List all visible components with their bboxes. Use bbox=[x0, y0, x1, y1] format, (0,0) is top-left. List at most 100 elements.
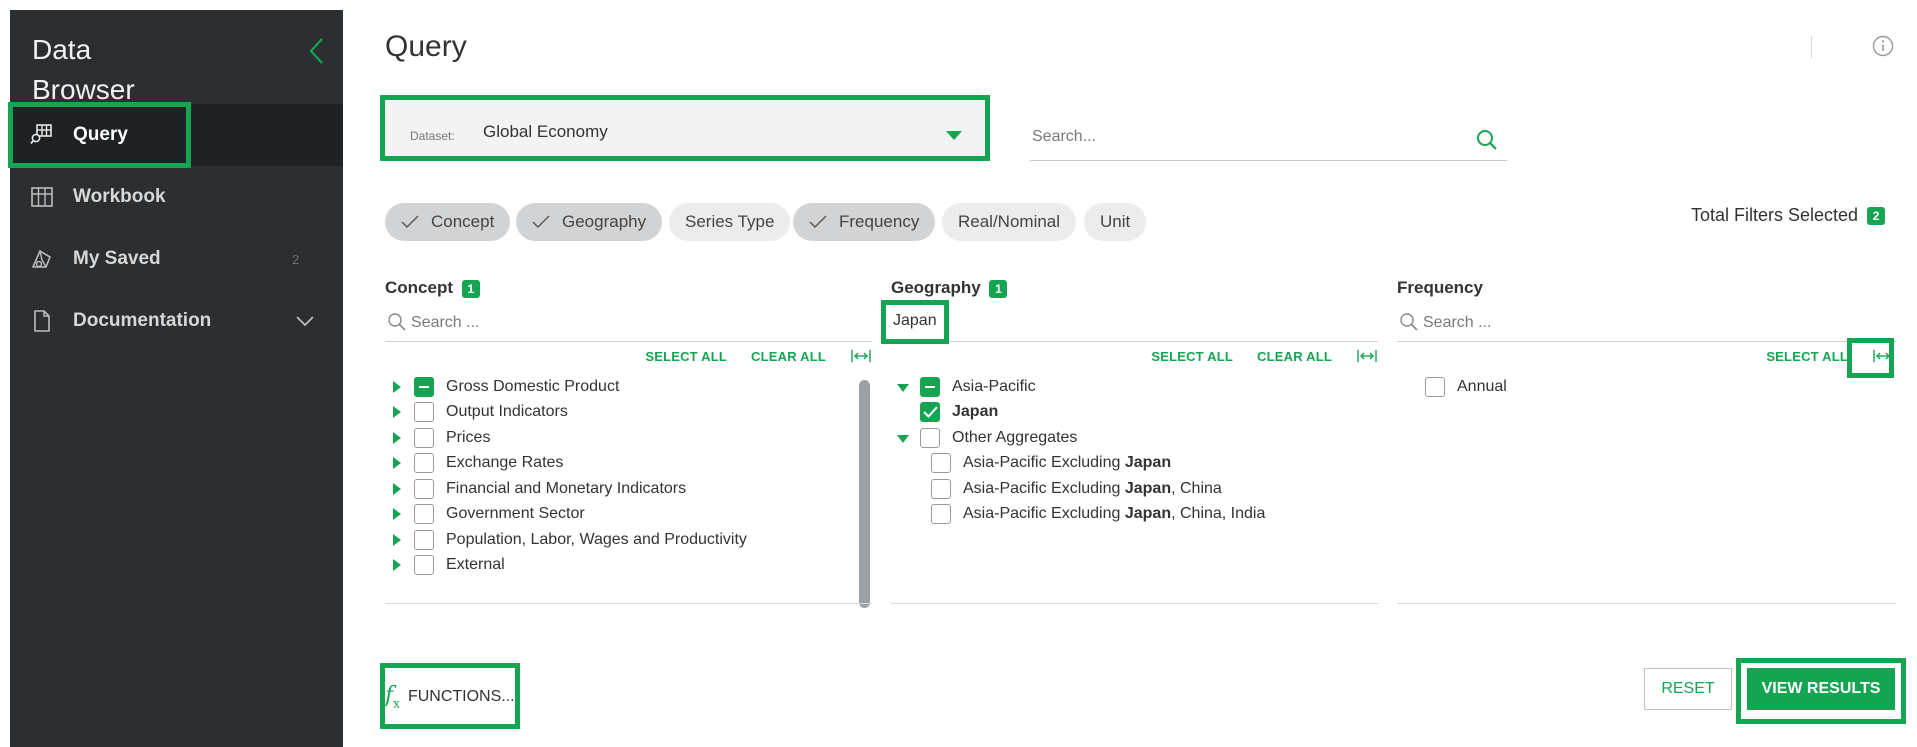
tree-row[interactable]: Financial and Monetary Indicators bbox=[385, 476, 872, 502]
tree-label: Asia-Pacific Excluding Japan, China, Ind… bbox=[963, 505, 1265, 523]
tree-row[interactable]: External bbox=[385, 553, 872, 579]
highlight-dataset bbox=[380, 95, 990, 161]
label-suffix: , China bbox=[1171, 479, 1222, 497]
checkbox[interactable] bbox=[414, 427, 434, 448]
tree-row[interactable]: Population, Labor, Wages and Productivit… bbox=[385, 527, 872, 553]
chevron-left-icon[interactable] bbox=[306, 36, 328, 66]
expand-width-icon[interactable] bbox=[1356, 348, 1378, 364]
tree-row[interactable]: Exchange Rates bbox=[385, 451, 872, 477]
chip-label: Unit bbox=[1100, 212, 1131, 231]
tree-label: Other Aggregates bbox=[952, 428, 1078, 446]
checkbox[interactable] bbox=[920, 376, 940, 397]
checkbox[interactable] bbox=[1425, 376, 1445, 397]
tree-row[interactable]: Output Indicators bbox=[385, 400, 872, 426]
tree-row[interactable]: Prices bbox=[385, 425, 872, 451]
tree-row[interactable]: Gross Domestic Product bbox=[385, 374, 872, 400]
chip-label: Frequency bbox=[839, 212, 920, 231]
concept-badge: 1 bbox=[461, 279, 480, 298]
checkbox[interactable] bbox=[414, 453, 434, 474]
total-filters: Total Filters Selected 2 bbox=[1691, 205, 1886, 226]
chip-real-nominal[interactable]: Real/Nominal bbox=[942, 203, 1077, 241]
tree-row[interactable]: Asia-Pacific Excluding Japan, China, Ind… bbox=[891, 502, 1378, 528]
chip-geography[interactable]: Geography bbox=[516, 203, 663, 241]
caret-right-icon[interactable] bbox=[391, 380, 403, 393]
geography-badge: 1 bbox=[989, 279, 1008, 298]
caret-right-icon[interactable] bbox=[391, 406, 403, 419]
chip-concept[interactable]: Concept bbox=[385, 203, 511, 241]
concept-search-input[interactable] bbox=[411, 309, 851, 337]
frequency-search-input[interactable] bbox=[1423, 309, 1863, 337]
chip-frequency[interactable]: Frequency bbox=[793, 203, 936, 241]
page-title: Query bbox=[385, 30, 467, 63]
chip-label: Concept bbox=[431, 212, 495, 231]
saved-count: 2 bbox=[292, 251, 300, 267]
select-all-button[interactable]: SELECT ALL bbox=[1766, 349, 1848, 364]
caret-right-icon[interactable] bbox=[391, 431, 403, 444]
highlight-functions bbox=[380, 663, 520, 729]
checkbox[interactable] bbox=[414, 478, 434, 499]
panel-title-label: Geography bbox=[891, 278, 981, 297]
info-icon[interactable] bbox=[1871, 34, 1895, 58]
tree-row[interactable]: Asia-Pacific bbox=[891, 374, 1378, 400]
sidebar-item-label: My Saved bbox=[73, 248, 161, 269]
caret-right-icon[interactable] bbox=[391, 508, 403, 521]
tree-label: Government Sector bbox=[446, 505, 585, 523]
highlight-expand bbox=[1847, 338, 1894, 378]
label-suffix: , China, India bbox=[1171, 505, 1266, 523]
highlight-query bbox=[8, 102, 191, 168]
checkbox[interactable] bbox=[414, 402, 434, 423]
caret-down-icon[interactable] bbox=[897, 432, 909, 444]
checkbox[interactable] bbox=[414, 376, 434, 397]
chip-unit[interactable]: Unit bbox=[1084, 203, 1147, 241]
caret-right-icon[interactable] bbox=[391, 482, 403, 495]
expand-width-icon[interactable] bbox=[850, 348, 872, 364]
caret-down-icon[interactable] bbox=[897, 381, 909, 393]
panel-divider bbox=[891, 603, 1378, 604]
tree-label: Exchange Rates bbox=[446, 454, 564, 472]
chip-label: Real/Nominal bbox=[958, 212, 1061, 231]
clear-all-button[interactable]: CLEAR ALL bbox=[751, 349, 826, 364]
checkbox[interactable] bbox=[931, 504, 951, 525]
tree-row[interactable]: Japan bbox=[891, 400, 1378, 426]
select-all-button[interactable]: SELECT ALL bbox=[1151, 349, 1233, 364]
search-icon bbox=[388, 313, 406, 331]
total-filters-badge: 2 bbox=[1867, 207, 1886, 226]
frequency-title: Frequency bbox=[1397, 278, 1483, 297]
chip-label: Series Type bbox=[685, 212, 775, 231]
check-icon bbox=[809, 215, 827, 228]
caret-right-icon[interactable] bbox=[391, 559, 403, 572]
label-highlight: Japan bbox=[1124, 505, 1172, 523]
panel-divider bbox=[1397, 603, 1896, 604]
select-all-button[interactable]: SELECT ALL bbox=[645, 349, 727, 364]
search-icon[interactable] bbox=[1475, 128, 1499, 152]
concept-scrollbar[interactable] bbox=[859, 380, 870, 608]
checkbox[interactable] bbox=[931, 453, 951, 474]
label-highlight: Japan bbox=[1124, 479, 1172, 497]
caret-right-icon[interactable] bbox=[391, 533, 403, 546]
panel-divider bbox=[385, 603, 872, 604]
clear-all-button[interactable]: CLEAR ALL bbox=[1257, 349, 1332, 364]
main-content: Query Dataset: Global Economy Concept bbox=[343, 10, 1917, 747]
reset-button[interactable]: RESET bbox=[1644, 668, 1732, 710]
tree-row[interactable]: Asia-Pacific Excluding Japan, China bbox=[891, 476, 1378, 502]
checkbox[interactable] bbox=[414, 555, 434, 576]
tree-row[interactable]: Annual bbox=[1425, 374, 1912, 400]
checkbox[interactable] bbox=[414, 529, 434, 550]
checkbox[interactable] bbox=[931, 478, 951, 499]
sidebar-item-my-saved[interactable]: My Saved 2 bbox=[10, 228, 343, 290]
tree-row[interactable]: Other Aggregates bbox=[891, 425, 1378, 451]
checkbox-checked[interactable] bbox=[920, 402, 940, 423]
caret-right-icon[interactable] bbox=[391, 457, 403, 470]
sidebar-item-workbook[interactable]: Workbook bbox=[10, 166, 343, 228]
app-frame: Data Browser Query Workbook My Saved 2 D… bbox=[0, 0, 1917, 747]
search-input[interactable] bbox=[1032, 122, 1472, 152]
tree-row[interactable]: Asia-Pacific Excluding Japan bbox=[891, 451, 1378, 477]
geography-title: Geography 1 bbox=[891, 278, 1008, 298]
chip-series-type[interactable]: Series Type bbox=[669, 203, 791, 241]
chevron-down-icon[interactable] bbox=[295, 314, 315, 328]
checkbox[interactable] bbox=[414, 504, 434, 525]
tree-row[interactable]: Government Sector bbox=[385, 502, 872, 528]
sidebar-item-documentation[interactable]: Documentation bbox=[10, 290, 343, 352]
geography-search[interactable]: Japan bbox=[891, 304, 1378, 342]
checkbox[interactable] bbox=[920, 427, 940, 448]
